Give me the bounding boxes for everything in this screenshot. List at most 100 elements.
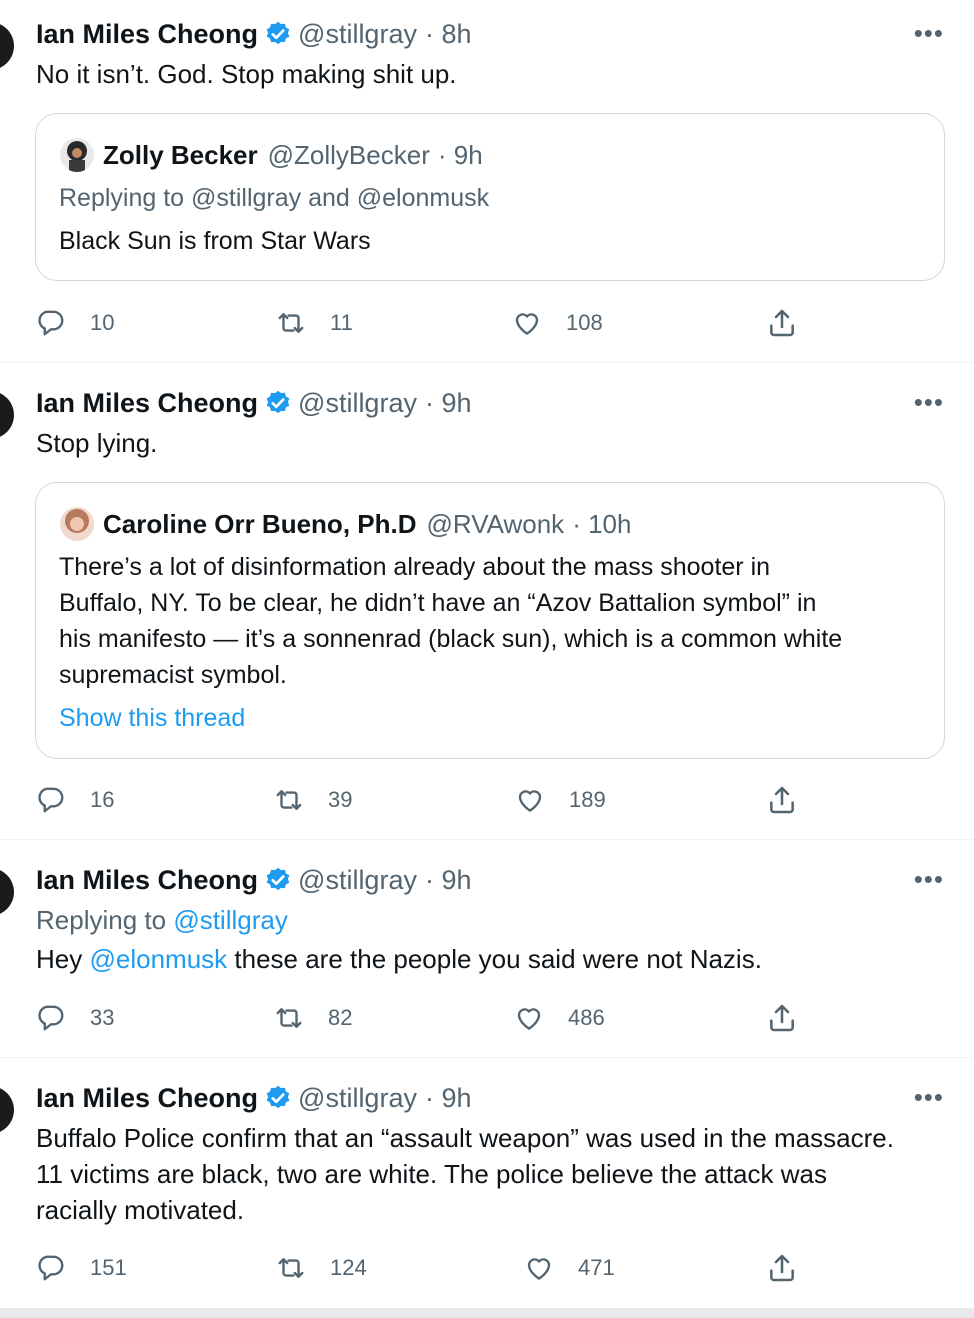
- quote-replying-to: Replying to @stillgray and @elonmusk: [59, 184, 490, 212]
- author-name[interactable]: Ian Miles Cheong: [36, 388, 258, 419]
- share-icon[interactable]: [766, 1252, 798, 1284]
- tweet-actions: 16 39 189: [36, 782, 836, 818]
- reply-button[interactable]: 10: [36, 305, 114, 341]
- reply-count: 10: [90, 310, 115, 335]
- quote-timestamp: · 9h: [437, 139, 483, 170]
- tweet-text: Hey @elonmusk these are the people you s…: [36, 944, 762, 974]
- show-thread-link[interactable]: Show this thread: [59, 700, 920, 736]
- like-button[interactable]: 108: [512, 305, 603, 341]
- avatar[interactable]: [0, 22, 14, 70]
- author-name[interactable]: Ian Miles Cheong: [36, 865, 258, 896]
- retweet-icon: [276, 1253, 306, 1283]
- tweet-header: Ian Miles Cheong @stillgray · 9h: [36, 385, 472, 421]
- retweet-count: 82: [328, 1005, 353, 1030]
- share-icon[interactable]: [766, 1002, 798, 1034]
- retweet-button[interactable]: 124: [276, 1250, 367, 1286]
- tweet[interactable]: Ian Miles Cheong @stillgray · 8h ••• No …: [0, 0, 974, 363]
- quote-timestamp: · 10h: [572, 508, 632, 539]
- quote-author-name: Caroline Orr Bueno, Ph.D: [103, 508, 417, 539]
- retweet-icon: [274, 1003, 304, 1033]
- tweet-text-line: racially motivated.: [36, 1195, 245, 1225]
- more-options-icon[interactable]: •••: [914, 1082, 944, 1113]
- reply-icon: [36, 1253, 66, 1283]
- retweet-button[interactable]: 11: [276, 305, 353, 341]
- verified-badge-icon: [264, 866, 292, 894]
- tweet-text: No it isn’t. God. Stop making shit up.: [36, 59, 457, 89]
- share-icon[interactable]: [766, 307, 798, 339]
- verified-badge-icon: [264, 20, 292, 48]
- like-count: 471: [578, 1255, 615, 1280]
- retweet-button[interactable]: 82: [274, 1000, 352, 1036]
- reply-icon: [36, 308, 66, 338]
- avatar[interactable]: [0, 1086, 14, 1134]
- reply-icon: [36, 1003, 66, 1033]
- author-handle[interactable]: @stillgray: [298, 1083, 417, 1114]
- author-handle[interactable]: @stillgray: [298, 865, 417, 896]
- avatar[interactable]: [0, 391, 14, 439]
- quote-text: Black Sun is from Star Wars: [59, 227, 371, 255]
- tweet[interactable]: Ian Miles Cheong @stillgray · 9h ••• Rep…: [0, 846, 974, 1058]
- tweet-header: Ian Miles Cheong @stillgray · 9h: [36, 862, 472, 898]
- quote-text-line: Buffalo, NY. To be clear, he didn’t have…: [59, 589, 817, 617]
- quote-avatar: [60, 507, 94, 541]
- like-count: 108: [566, 310, 603, 335]
- quote-author-handle: @RVAwonk: [426, 508, 565, 539]
- like-count: 189: [569, 787, 606, 812]
- like-count: 486: [568, 1005, 605, 1030]
- tweet-text-line: 11 victims are black, two are white. The…: [36, 1159, 827, 1189]
- retweet-button[interactable]: 39: [274, 782, 352, 818]
- like-button[interactable]: 471: [524, 1250, 615, 1286]
- quoted-tweet[interactable]: Zolly Becker @ZollyBecker · 9h Replying …: [35, 113, 945, 281]
- quote-text-line: There’s a lot of disinformation already …: [59, 553, 771, 581]
- author-name[interactable]: Ian Miles Cheong: [36, 1083, 258, 1114]
- like-icon: [514, 1003, 544, 1033]
- like-icon: [515, 785, 545, 815]
- retweet-icon: [274, 785, 304, 815]
- tweet[interactable]: Ian Miles Cheong @stillgray · 9h ••• Buf…: [0, 1064, 974, 1308]
- quote-text-line: supremacist symbol.: [59, 661, 287, 689]
- tweet-header: Ian Miles Cheong @stillgray · 9h: [36, 1080, 472, 1116]
- more-options-icon[interactable]: •••: [914, 18, 944, 49]
- more-options-icon[interactable]: •••: [914, 387, 944, 418]
- reply-button[interactable]: 33: [36, 1000, 114, 1036]
- reply-count: 33: [90, 1005, 115, 1030]
- timestamp[interactable]: · 9h: [425, 388, 472, 419]
- share-icon[interactable]: [766, 784, 798, 816]
- more-options-icon[interactable]: •••: [914, 864, 944, 895]
- reply-count: 16: [90, 787, 115, 812]
- mention-link[interactable]: @elonmusk: [89, 944, 227, 974]
- reply-button[interactable]: 16: [36, 782, 114, 818]
- verified-badge-icon: [264, 1084, 292, 1112]
- quote-author-name: Zolly Becker: [103, 139, 258, 170]
- quote-avatar: [60, 138, 94, 172]
- tweet-actions: 151 124 471: [36, 1250, 836, 1286]
- like-icon: [524, 1253, 554, 1283]
- author-handle[interactable]: @stillgray: [298, 388, 417, 419]
- reply-button[interactable]: 151: [36, 1250, 127, 1286]
- tweet-actions: 33 82 486: [36, 1000, 836, 1036]
- timestamp[interactable]: · 8h: [425, 19, 472, 50]
- retweet-icon: [276, 308, 306, 338]
- tweet-header: Ian Miles Cheong @stillgray · 8h: [36, 16, 472, 52]
- reply-count: 151: [90, 1255, 127, 1280]
- timestamp[interactable]: · 9h: [425, 865, 472, 896]
- timestamp[interactable]: · 9h: [425, 1083, 472, 1114]
- avatar[interactable]: [0, 868, 14, 916]
- quote-header: Caroline Orr Bueno, Ph.D @RVAwonk · 10h: [60, 505, 631, 543]
- tweet-text: Stop lying.: [36, 428, 158, 458]
- like-button[interactable]: 189: [515, 782, 606, 818]
- like-button[interactable]: 486: [514, 1000, 605, 1036]
- tweet[interactable]: Ian Miles Cheong @stillgray · 9h ••• Sto…: [0, 369, 974, 840]
- retweet-count: 39: [328, 787, 353, 812]
- author-handle[interactable]: @stillgray: [298, 19, 417, 50]
- retweet-count: 11: [330, 310, 353, 335]
- retweet-count: 124: [330, 1255, 367, 1280]
- quoted-tweet[interactable]: Caroline Orr Bueno, Ph.D @RVAwonk · 10h …: [35, 482, 945, 759]
- tweet-actions: 10 11 108: [36, 305, 836, 341]
- quote-author-handle: @ZollyBecker: [267, 139, 430, 170]
- quote-header: Zolly Becker @ZollyBecker · 9h: [60, 136, 483, 174]
- tweet-text-line: Buffalo Police confirm that an “assault …: [36, 1123, 894, 1153]
- quote-text-line: his manifesto — it’s a sonnenrad (black …: [59, 625, 843, 653]
- replying-to-link[interactable]: @stillgray: [173, 905, 288, 935]
- author-name[interactable]: Ian Miles Cheong: [36, 19, 258, 50]
